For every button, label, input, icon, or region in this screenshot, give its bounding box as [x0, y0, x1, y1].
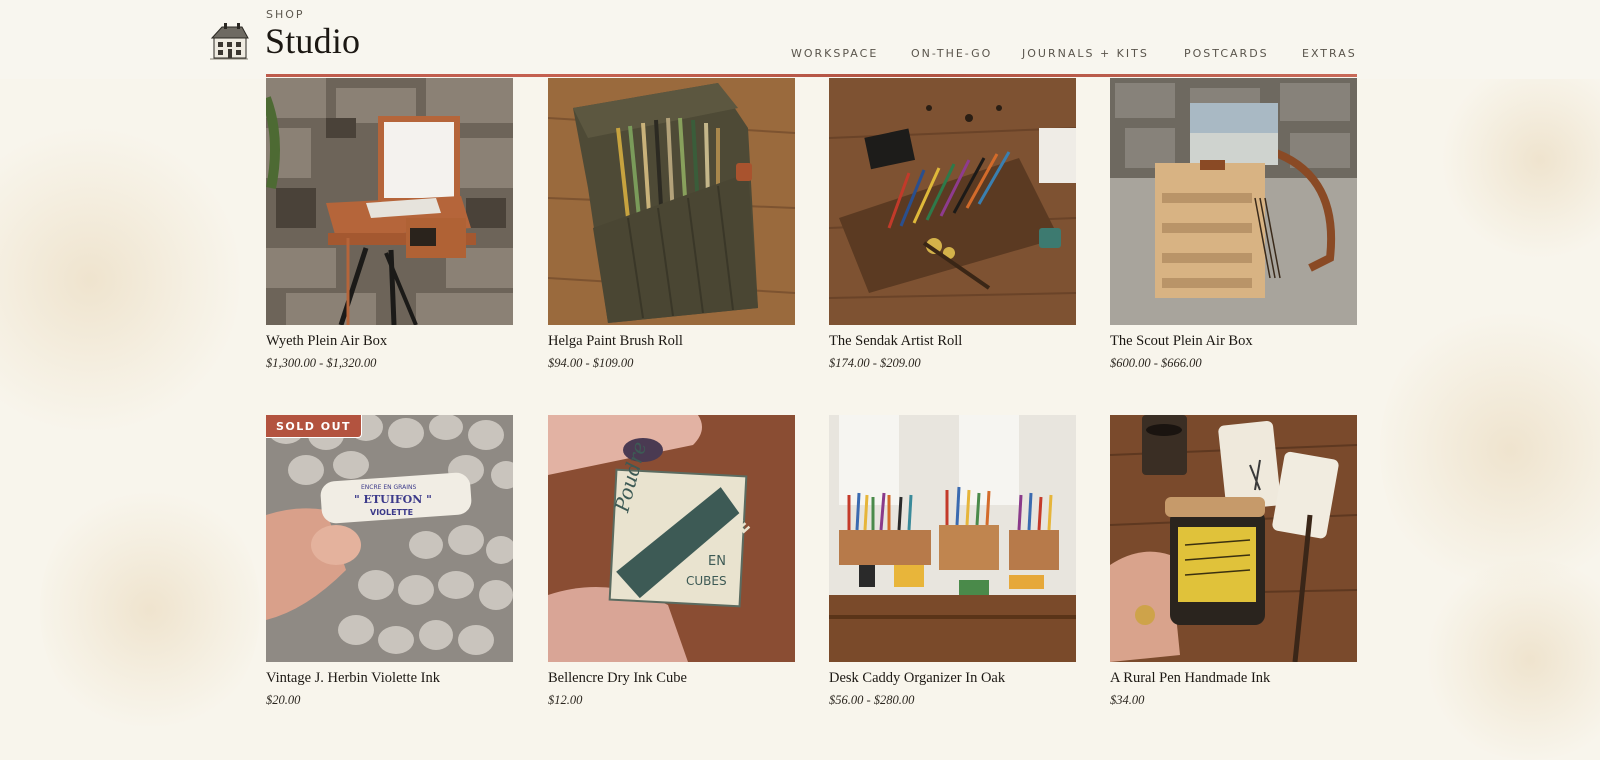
product-image[interactable] — [548, 78, 795, 325]
product-price: $174.00 - $209.00 — [829, 356, 921, 370]
product-name[interactable]: Desk Caddy Organizer In Oak — [829, 670, 1005, 687]
product-card[interactable]: Desk Caddy Organizer In Oak $56.00 - $28… — [829, 415, 1076, 707]
label-text: ENCRE EN GRAINS — [361, 484, 416, 491]
label-text: VIOLETTE — [370, 508, 413, 517]
product-image[interactable] — [829, 78, 1076, 325]
label-text: " ETUIFON " — [354, 493, 432, 506]
product-price: $20.00 — [266, 693, 301, 707]
product-price: $94.00 - $109.00 — [548, 356, 634, 370]
product-image[interactable] — [1110, 78, 1357, 325]
product-image[interactable]: ENCRE EN GRAINS " ETUIFON " VIOLETTE SOL… — [266, 415, 513, 662]
label-text: EN — [708, 554, 726, 569]
product-name[interactable]: Helga Paint Brush Roll — [548, 333, 683, 350]
product-card[interactable]: ENCRE EN GRAINS " ETUIFON " VIOLETTE SOL… — [266, 415, 513, 707]
sold-out-badge: SOLD OUT — [266, 415, 363, 438]
nav-item-postcards[interactable]: POSTCARDS — [1184, 47, 1269, 60]
product-image[interactable] — [829, 415, 1076, 662]
nav-item-journals-kits[interactable]: JOURNALS + KITS — [1022, 47, 1149, 60]
product-name[interactable]: Wyeth Plein Air Box — [266, 333, 387, 350]
nav-item-extras[interactable]: EXTRAS — [1302, 47, 1357, 60]
header-divider — [266, 74, 1357, 77]
product-card[interactable]: Helga Paint Brush Roll $94.00 - $109.00 — [548, 78, 795, 370]
product-card[interactable]: A Rural Pen Handmade Ink $34.00 — [1110, 415, 1357, 707]
product-price: $34.00 — [1110, 693, 1145, 707]
product-card[interactable]: Poudre BELLENCRE EN CUBES Bellencre Dry … — [548, 415, 795, 707]
product-name[interactable]: A Rural Pen Handmade Ink — [1110, 670, 1270, 687]
product-price: $1,300.00 - $1,320.00 — [266, 356, 377, 370]
product-name[interactable]: The Sendak Artist Roll — [829, 333, 962, 350]
product-card[interactable]: Wyeth Plein Air Box $1,300.00 - $1,320.0… — [266, 78, 513, 370]
product-name[interactable]: The Scout Plein Air Box — [1110, 333, 1253, 350]
nav-item-on-the-go[interactable]: ON-THE-GO — [911, 47, 992, 60]
page-title[interactable]: Studio — [265, 20, 360, 62]
product-card[interactable]: The Scout Plein Air Box $600.00 - $666.0… — [1110, 78, 1357, 370]
nav-item-workspace[interactable]: WORKSPACE — [791, 47, 878, 60]
label-text: CUBES — [686, 574, 727, 588]
product-card[interactable]: The Sendak Artist Roll $174.00 - $209.00 — [829, 78, 1076, 370]
product-price: $12.00 — [548, 693, 583, 707]
product-price: $600.00 - $666.00 — [1110, 356, 1202, 370]
product-image[interactable]: Poudre BELLENCRE EN CUBES — [548, 415, 795, 662]
product-name[interactable]: Bellencre Dry Ink Cube — [548, 670, 687, 687]
product-image[interactable] — [266, 78, 513, 325]
house-icon[interactable] — [208, 22, 250, 62]
product-image[interactable] — [1110, 415, 1357, 662]
product-name[interactable]: Vintage J. Herbin Violette Ink — [266, 670, 440, 687]
product-price: $56.00 - $280.00 — [829, 693, 915, 707]
